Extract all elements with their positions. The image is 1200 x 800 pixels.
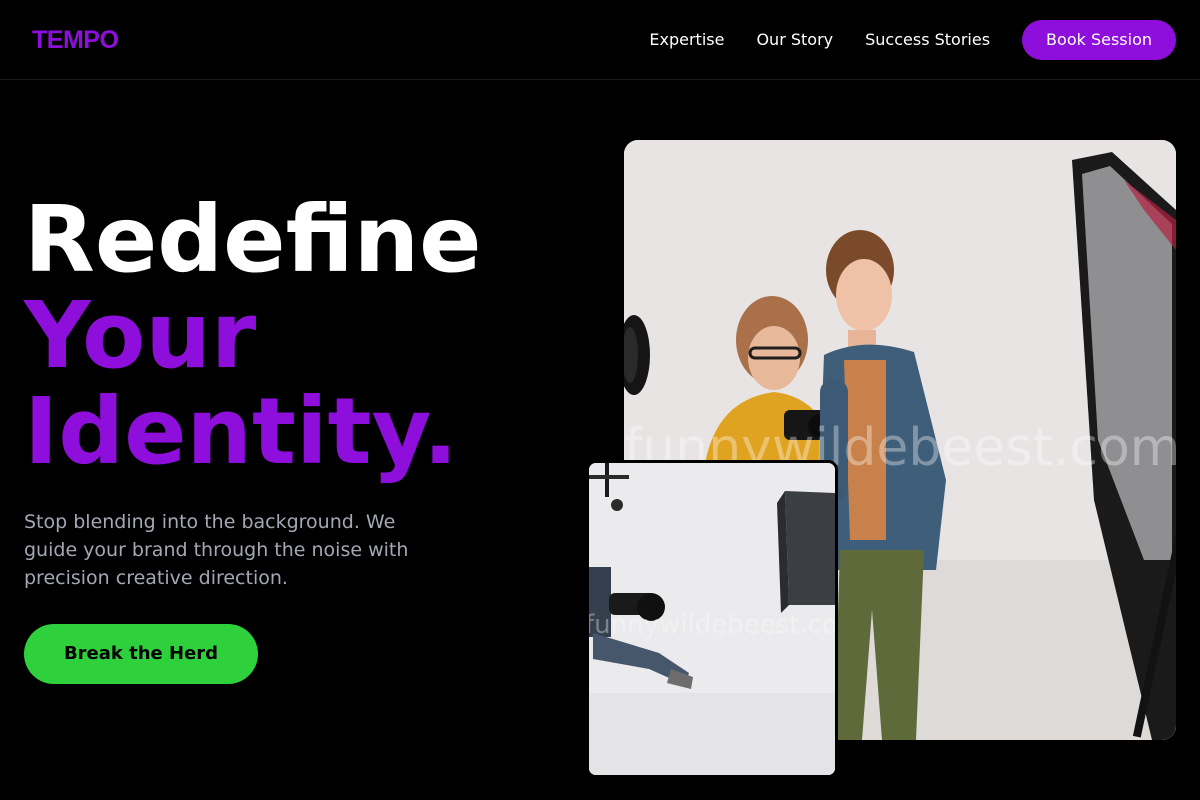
nav-link-expertise[interactable]: Expertise <box>649 20 724 60</box>
hero-subtitle: Stop blending into the background. We gu… <box>24 511 409 589</box>
nav-links: Expertise Our Story Success Stories Book… <box>649 20 1176 60</box>
hero-title-line-identity: Identity. <box>24 378 458 485</box>
secondary-photo-watermark: funnywildebeest.com <box>589 610 835 640</box>
hero-photo-secondary: funnywildebeest.com <box>586 460 838 778</box>
break-the-herd-button[interactable]: Break the Herd <box>24 624 258 684</box>
top-navigation: TEMPO Expertise Our Story Success Storie… <box>0 0 1200 80</box>
hero-title-line-your: Your <box>24 282 257 389</box>
nav-link-our-story[interactable]: Our Story <box>756 20 833 60</box>
hero-title: Redefine Your Identity. <box>24 192 482 480</box>
nav-link-success-stories[interactable]: Success Stories <box>865 20 990 60</box>
hero-title-line-redefine: Redefine <box>24 186 482 293</box>
photographer-photo-illustration: funnywildebeest.com <box>589 463 835 775</box>
brand-logo[interactable]: TEMPO <box>32 24 119 56</box>
book-session-button[interactable]: Book Session <box>1022 20 1176 60</box>
